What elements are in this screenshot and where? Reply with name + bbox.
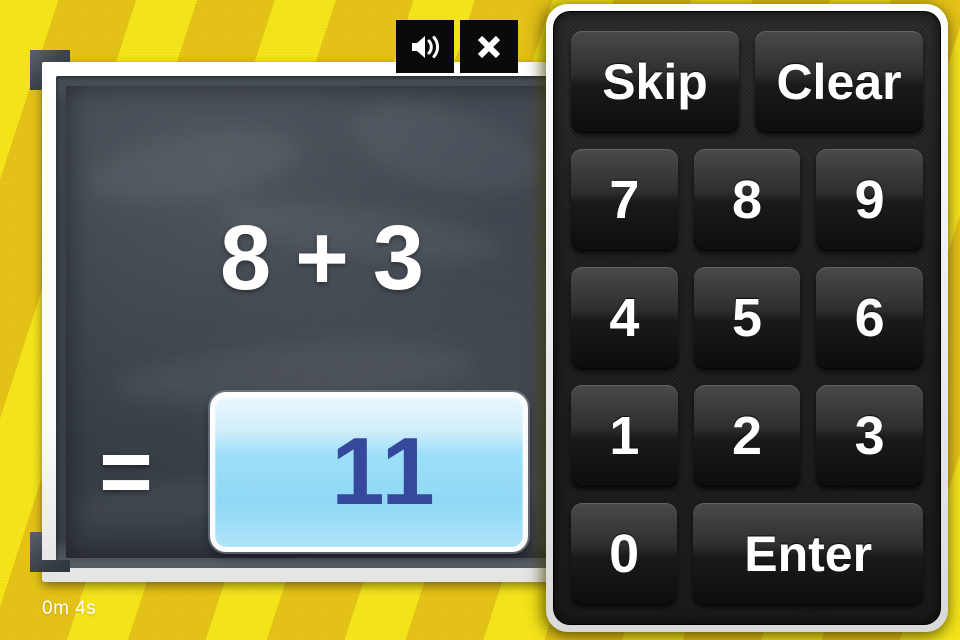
answer-value: 11 [331,418,437,525]
key-enter[interactable]: Enter [693,503,923,605]
elapsed-timer: 0m 4s [42,598,97,619]
key-3[interactable]: 3 [816,385,924,487]
keypad-row-actions: Skip Clear [571,31,923,133]
key-clear[interactable]: Clear [755,31,923,133]
keypad-row-zero-enter: 0 Enter [571,503,923,605]
speaker-icon [409,33,441,61]
operand-right: 3 [372,207,425,309]
key-0[interactable]: 0 [571,503,678,605]
key-skip[interactable]: Skip [571,31,739,133]
chalk-smudge [341,87,549,208]
key-5[interactable]: 5 [693,267,801,369]
key-2[interactable]: 2 [693,385,801,487]
sound-toggle-button[interactable] [396,20,454,73]
key-9[interactable]: 9 [816,149,924,251]
chalk-smudge [82,116,306,216]
operand-left: 8 [219,207,272,309]
key-6[interactable]: 6 [816,267,924,369]
numeric-keypad: Skip Clear 7 8 9 4 5 6 1 2 3 0 Enter [546,4,948,632]
close-x-icon [475,33,503,61]
answer-input[interactable]: 11 [210,392,528,552]
key-4[interactable]: 4 [571,267,678,369]
keypad-row-789: 7 8 9 [571,149,924,251]
close-window-button[interactable] [460,20,518,73]
key-7[interactable]: 7 [571,149,678,251]
equation-row: 8 +3 [42,212,602,304]
keypad-row-456: 4 5 6 [571,267,924,369]
operator-plus: + [295,207,349,309]
equals-sign: = [99,421,153,523]
answer-row: = 11 [42,392,602,552]
keypad-row-123: 1 2 3 [571,385,924,487]
chalkboard-card: 8 +3 = 11 [42,62,602,582]
math-quiz-screen: 8 +3 = 11 0m 4s Skip Clear 7 8 9 4 5 6 1… [0,0,960,640]
keypad-panel: Skip Clear 7 8 9 4 5 6 1 2 3 0 Enter [553,11,941,625]
window-controls [396,20,518,73]
key-8[interactable]: 8 [693,149,801,251]
key-1[interactable]: 1 [571,385,678,487]
